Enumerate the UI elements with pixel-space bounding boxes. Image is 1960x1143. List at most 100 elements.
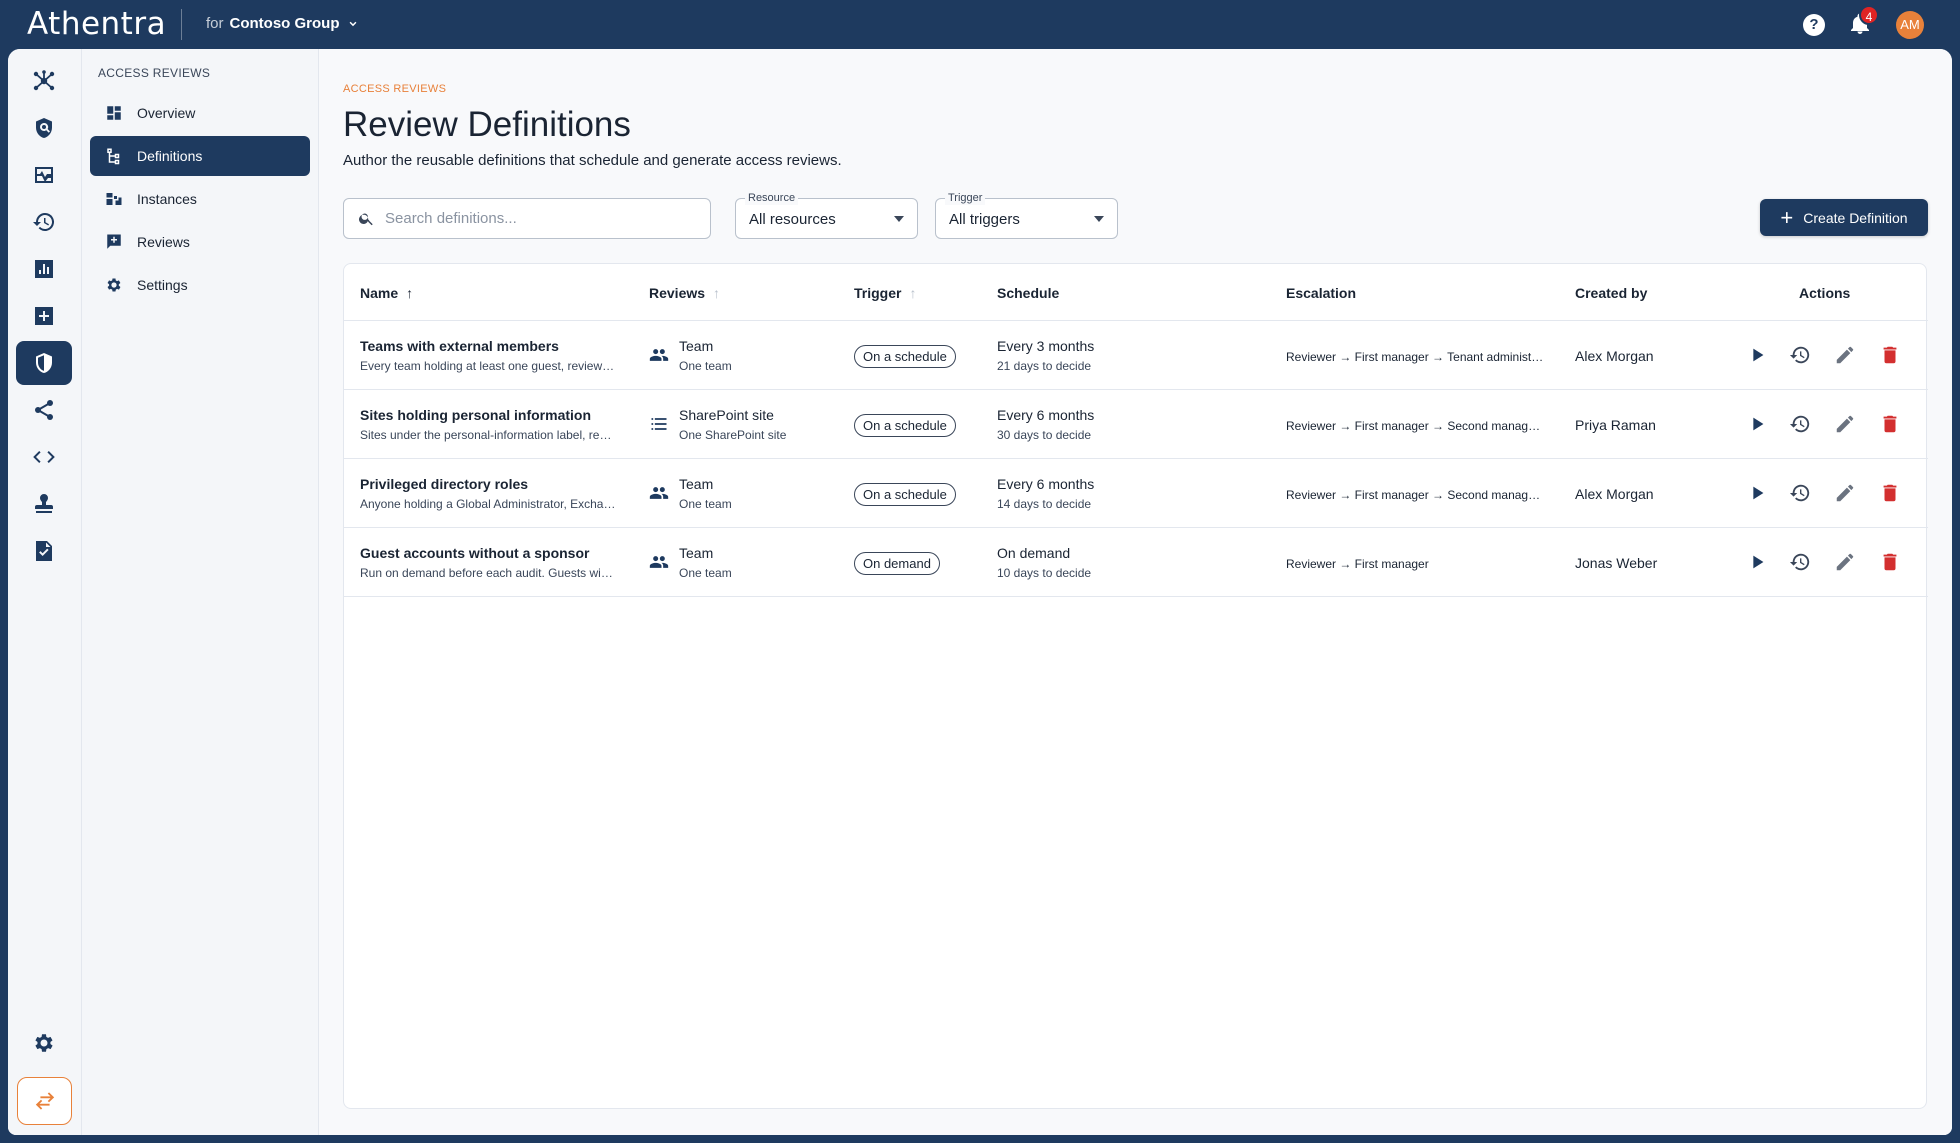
column-header-name[interactable]: Name ↑ bbox=[360, 285, 413, 301]
rail-item-access-reviews[interactable] bbox=[16, 341, 72, 385]
run-button[interactable] bbox=[1746, 413, 1770, 437]
play-icon bbox=[1753, 417, 1764, 431]
brand-divider bbox=[181, 9, 182, 40]
edit-button[interactable] bbox=[1834, 551, 1858, 575]
rail-item-approvals[interactable] bbox=[16, 482, 72, 526]
schedule-cell: Every 3 months 21 days to decide bbox=[997, 338, 1094, 373]
escalation-chain: Reviewer → First manager → Second manage… bbox=[1286, 419, 1544, 433]
trash-icon bbox=[1883, 484, 1897, 502]
column-header-label: Actions bbox=[1799, 285, 1851, 301]
create-definition-button[interactable]: + Create Definition bbox=[1760, 199, 1928, 236]
collapse-toggle-button[interactable] bbox=[17, 1077, 72, 1125]
page-title: Review Definitions bbox=[343, 105, 631, 144]
people-icon bbox=[649, 487, 669, 499]
resource-scope: One team bbox=[679, 359, 732, 373]
table-row[interactable]: Teams with external members Every team h… bbox=[344, 321, 1928, 390]
column-header-escalation[interactable]: Escalation bbox=[1286, 285, 1356, 301]
breadcrumb[interactable]: ACCESS REVIEWS bbox=[343, 83, 446, 95]
schedule-cell: Every 6 months 14 days to decide bbox=[997, 476, 1094, 511]
rail-item-identity-protection[interactable] bbox=[16, 106, 72, 150]
play-icon bbox=[1753, 348, 1764, 362]
create-definition-label: Create Definition bbox=[1803, 209, 1908, 226]
subnav-item-settings[interactable]: Settings bbox=[90, 265, 310, 305]
delete-button[interactable] bbox=[1879, 413, 1903, 437]
column-header-schedule[interactable]: Schedule bbox=[997, 285, 1059, 301]
resource-select-value: All resources bbox=[749, 211, 836, 228]
run-button[interactable] bbox=[1746, 482, 1770, 506]
table-row[interactable]: Sites holding personal information Sites… bbox=[344, 390, 1928, 459]
history-button[interactable] bbox=[1789, 482, 1813, 506]
subnav-item-overview[interactable]: Overview bbox=[90, 93, 310, 133]
trigger-select-value: All triggers bbox=[949, 211, 1020, 228]
tenant-switcher[interactable]: for Contoso Group bbox=[206, 15, 360, 32]
rail-item-reports[interactable] bbox=[16, 247, 72, 291]
column-header-reviews[interactable]: Reviews ↑ bbox=[649, 285, 720, 301]
column-header-trigger[interactable]: Trigger ↑ bbox=[854, 285, 916, 301]
history-icon bbox=[1789, 346, 1810, 364]
created-by: Alex Morgan bbox=[1575, 486, 1654, 502]
run-button[interactable] bbox=[1746, 344, 1770, 368]
escalation-chain: Reviewer → First manager bbox=[1286, 557, 1429, 571]
avatar[interactable]: AM bbox=[1896, 11, 1924, 39]
play-icon bbox=[1753, 486, 1764, 500]
edit-button[interactable] bbox=[1834, 413, 1858, 437]
definition-description: Anyone holding a Global Administrator, E… bbox=[360, 497, 616, 511]
trigger-select-label: Trigger bbox=[945, 191, 986, 205]
history-icon bbox=[33, 212, 55, 231]
subnav-item-instances[interactable]: Instances bbox=[90, 179, 310, 219]
brand-logo[interactable]: Athentra bbox=[27, 6, 166, 42]
rail-item-sharing[interactable] bbox=[16, 388, 72, 432]
history-icon bbox=[1789, 484, 1810, 502]
subnav-item-reviews[interactable]: Reviews bbox=[90, 222, 310, 262]
content-area: ACCESS REVIEWS Review Definitions Author… bbox=[319, 49, 1952, 1135]
rail-item-compliance[interactable] bbox=[16, 529, 72, 573]
people-icon bbox=[649, 349, 669, 361]
table-row[interactable]: Guest accounts without a sponsor Run on … bbox=[344, 528, 1928, 597]
plus-icon: + bbox=[1780, 204, 1794, 230]
rail-item-monitoring[interactable] bbox=[16, 153, 72, 197]
rail-item-history[interactable] bbox=[16, 200, 72, 244]
table-row[interactable]: Privileged directory roles Anyone holdin… bbox=[344, 459, 1928, 528]
history-button[interactable] bbox=[1789, 551, 1813, 575]
search-input[interactable] bbox=[385, 210, 695, 227]
schedule-frequency: Every 6 months bbox=[997, 407, 1095, 423]
definition-name[interactable]: Teams with external members bbox=[360, 338, 620, 354]
stamp-icon bbox=[35, 494, 53, 513]
delete-button[interactable] bbox=[1879, 482, 1903, 506]
resource-scope: One team bbox=[679, 497, 732, 511]
sort-icon: ↑ bbox=[909, 285, 917, 301]
definition-name[interactable]: Sites holding personal information bbox=[360, 407, 620, 423]
name-cell: Teams with external members Every team h… bbox=[360, 338, 620, 373]
run-button[interactable] bbox=[1746, 551, 1770, 575]
delete-button[interactable] bbox=[1879, 551, 1903, 575]
column-header-created-by[interactable]: Created by bbox=[1575, 285, 1647, 301]
rail-item-settings[interactable] bbox=[16, 1021, 72, 1065]
resource-type: Team bbox=[679, 545, 714, 561]
definition-description: Sites under the personal-information lab… bbox=[360, 428, 616, 442]
tenant-name: Contoso Group bbox=[229, 15, 340, 32]
resource-scope: One SharePoint site bbox=[679, 428, 787, 442]
edit-button[interactable] bbox=[1834, 482, 1858, 506]
definition-name[interactable]: Privileged directory roles bbox=[360, 476, 620, 492]
edit-button[interactable] bbox=[1834, 344, 1858, 368]
trigger-select[interactable]: Trigger All triggers bbox=[935, 191, 1118, 239]
rail-item-add[interactable] bbox=[16, 294, 72, 338]
search-box[interactable] bbox=[343, 198, 711, 239]
reviews-cell: Team One team bbox=[649, 338, 732, 373]
resource-type: SharePoint site bbox=[679, 407, 774, 423]
history-button[interactable] bbox=[1789, 344, 1813, 368]
column-header-label: Name bbox=[360, 285, 399, 301]
decision-window: 10 days to decide bbox=[997, 566, 1092, 580]
rail-item-developer[interactable] bbox=[16, 435, 72, 479]
help-icon[interactable]: ? bbox=[1803, 14, 1825, 36]
rail-item-graph[interactable] bbox=[16, 59, 72, 103]
dashboard-icon bbox=[107, 106, 121, 120]
pulse-icon bbox=[35, 167, 53, 183]
subnav-item-definitions[interactable]: Definitions bbox=[90, 136, 310, 176]
schedule-cell: On demand 10 days to decide bbox=[997, 545, 1091, 580]
definition-name[interactable]: Guest accounts without a sponsor bbox=[360, 545, 620, 561]
history-button[interactable] bbox=[1789, 413, 1813, 437]
resource-select[interactable]: Resource All resources bbox=[735, 191, 918, 239]
gear-icon bbox=[35, 1034, 53, 1052]
delete-button[interactable] bbox=[1879, 344, 1903, 368]
